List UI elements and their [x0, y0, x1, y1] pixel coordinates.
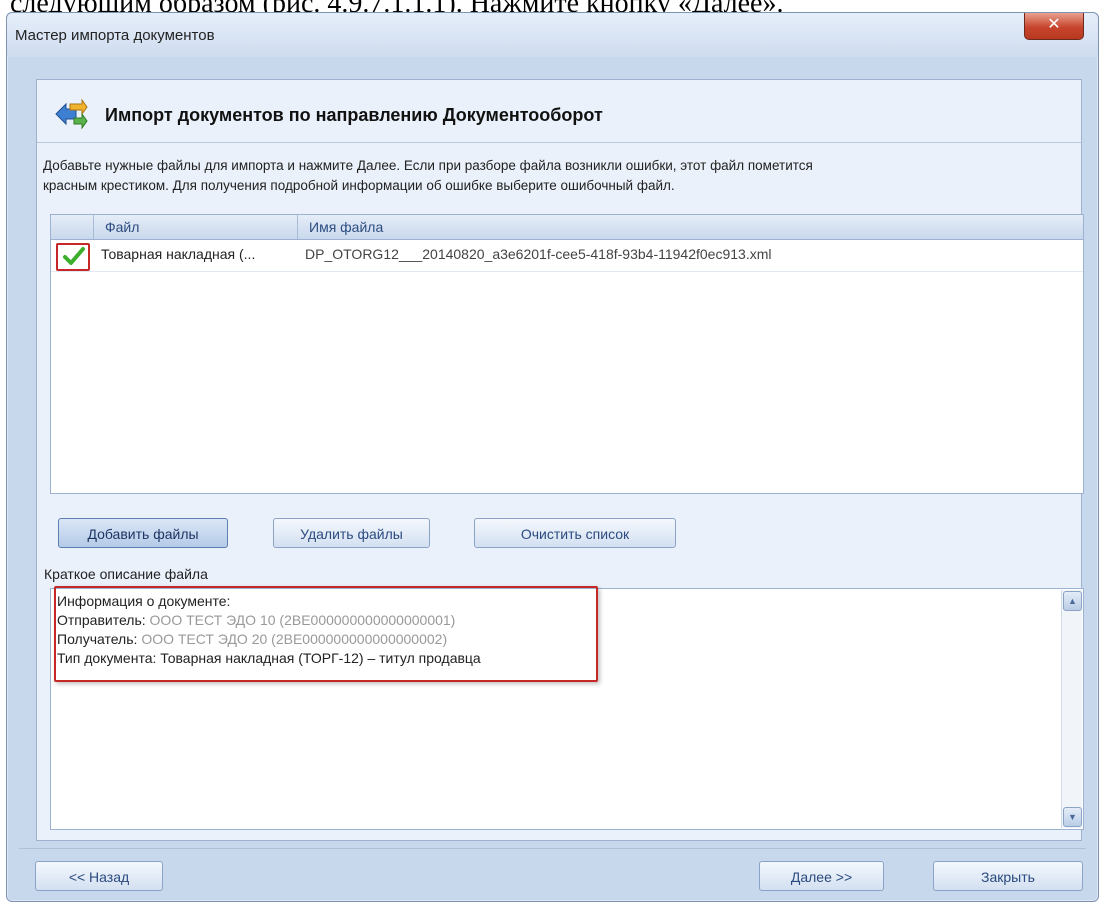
footer-divider — [19, 848, 1086, 849]
cell-file: Товарная накладная (... — [101, 246, 256, 262]
instructions-line-1: Добавьте нужные файлы для импорта и нажм… — [43, 158, 813, 173]
back-button[interactable]: << Назад — [35, 861, 163, 891]
scroll-up-icon[interactable]: ▲ — [1063, 591, 1082, 611]
close-button[interactable]: Закрыть — [933, 861, 1083, 891]
grid-header-separator — [297, 215, 298, 239]
add-files-button[interactable]: Добавить файлы — [58, 518, 228, 548]
close-window-button[interactable]: ✕ — [1024, 13, 1084, 40]
wizard-page: Импорт документов по направлению Докумен… — [36, 79, 1084, 841]
grid-header-separator — [93, 215, 94, 239]
clear-list-button[interactable]: Очистить список — [474, 518, 676, 548]
close-icon: ✕ — [1047, 16, 1061, 33]
next-button[interactable]: Далее >> — [759, 861, 884, 891]
import-arrows-icon — [55, 98, 88, 130]
cell-filename: DP_OTORG12___20140820_a3e6201f-cee5-418f… — [305, 246, 772, 262]
remove-files-button[interactable]: Удалить файлы — [273, 518, 430, 548]
description-scrollbar[interactable]: ▲ ▼ — [1061, 590, 1082, 828]
check-icon — [63, 247, 85, 265]
window-title: Мастер импорта документов — [15, 27, 215, 44]
grid-header: Файл Имя файла — [51, 215, 1083, 240]
description-label: Краткое описание файла — [44, 566, 208, 582]
column-header-file[interactable]: Файл — [105, 219, 139, 235]
scroll-down-icon[interactable]: ▼ — [1063, 807, 1082, 827]
description-box[interactable]: Информация о документе: Отправитель: ООО… — [50, 586, 1084, 830]
import-wizard-window: Мастер импорта документов ✕ Импорт докум… — [6, 12, 1099, 902]
table-row[interactable]: Товарная накладная (... DP_OTORG12___201… — [51, 239, 1083, 272]
file-list-grid[interactable]: Файл Имя файла Товарная накладная (... D… — [50, 214, 1084, 494]
title-bar: Мастер импорта документов ✕ — [7, 13, 1098, 57]
instructions-line-2: красным крестиком. Для получения подробн… — [43, 178, 675, 193]
description-highlight-box — [54, 586, 598, 682]
header-divider — [37, 142, 1081, 143]
instructions-text: Добавьте нужные файлы для импорта и нажм… — [43, 156, 1053, 196]
column-header-filename[interactable]: Имя файла — [309, 219, 383, 235]
page-title: Импорт документов по направлению Докумен… — [105, 105, 603, 125]
